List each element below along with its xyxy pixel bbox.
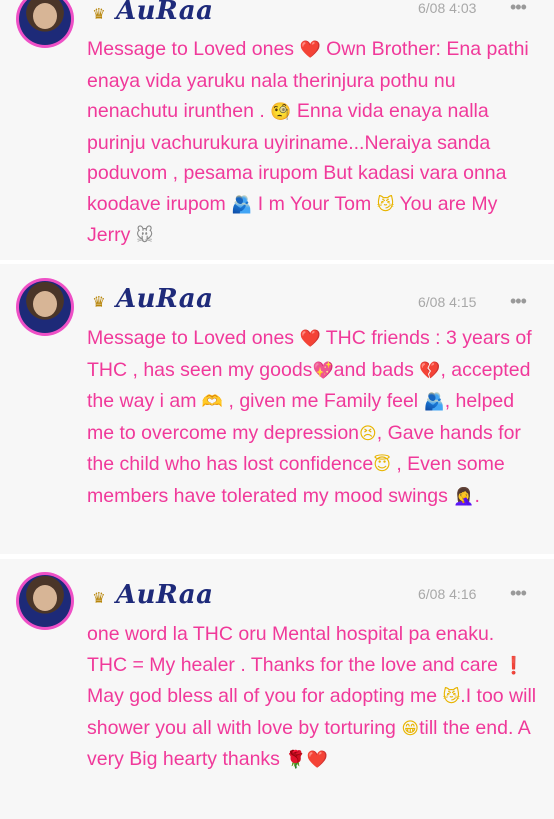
post-card: ♛ AuRaa 6/08 4:03 ••• Message to Loved o… [0, 0, 554, 260]
persevering-face-icon: 😣 [359, 423, 377, 443]
heart-icon: ❤️ [306, 750, 328, 769]
hug-icon: 🫂 [423, 392, 445, 411]
crown-icon: ♛ [92, 294, 106, 311]
post-time: 6/08 4:16 [418, 586, 477, 602]
avatar[interactable] [16, 572, 74, 630]
broken-heart-icon: 💔 [419, 360, 441, 380]
exclamation-icon: ❗ [503, 655, 525, 675]
more-options-icon[interactable]: ••• [510, 0, 527, 18]
post-message: Message to Loved ones ❤️ Own Brother: En… [87, 38, 529, 246]
facepalm-icon: 🤦‍♀️ [453, 486, 475, 506]
rose-icon: 🌹 [285, 750, 307, 769]
monocle-face-icon: 🧐 [270, 102, 292, 121]
more-options-icon[interactable]: ••• [510, 291, 527, 312]
avatar[interactable] [16, 0, 74, 48]
author-name[interactable]: AuRaa [116, 580, 213, 610]
author-name[interactable]: AuRaa [116, 0, 213, 26]
heart-hands-icon: 🫶 [201, 392, 224, 411]
grinning-face-icon: 😁 [401, 718, 420, 738]
hug-icon: 🫂 [231, 194, 253, 214]
post-card: ♛ AuRaa 6/08 4:15 ••• Message to Loved o… [0, 264, 554, 554]
sparkling-heart-icon: 💖 [312, 360, 334, 380]
more-options-icon[interactable]: ••• [510, 583, 527, 604]
avatar[interactable] [16, 278, 74, 336]
post-message: one word la THC oru Mental hospital pa e… [87, 623, 537, 770]
crown-icon: ♛ [92, 6, 106, 23]
mouse-face-icon: 🐭 [135, 226, 154, 245]
heart-icon: ❤️ [299, 329, 321, 348]
angel-face-icon: 😇 [373, 455, 391, 474]
crown-icon: ♛ [92, 590, 106, 607]
cat-face-icon: 😼 [376, 194, 395, 214]
cat-face-icon: 😼 [442, 687, 461, 706]
post-message: Message to Loved ones ❤️ THC friends : 3… [87, 327, 532, 507]
post-time: 6/08 4:03 [418, 0, 477, 16]
heart-icon: ❤️ [299, 40, 321, 59]
author-name[interactable]: AuRaa [116, 284, 213, 314]
post-card: ♛ AuRaa 6/08 4:16 ••• one word la THC or… [0, 559, 554, 819]
post-time: 6/08 4:15 [418, 294, 477, 310]
